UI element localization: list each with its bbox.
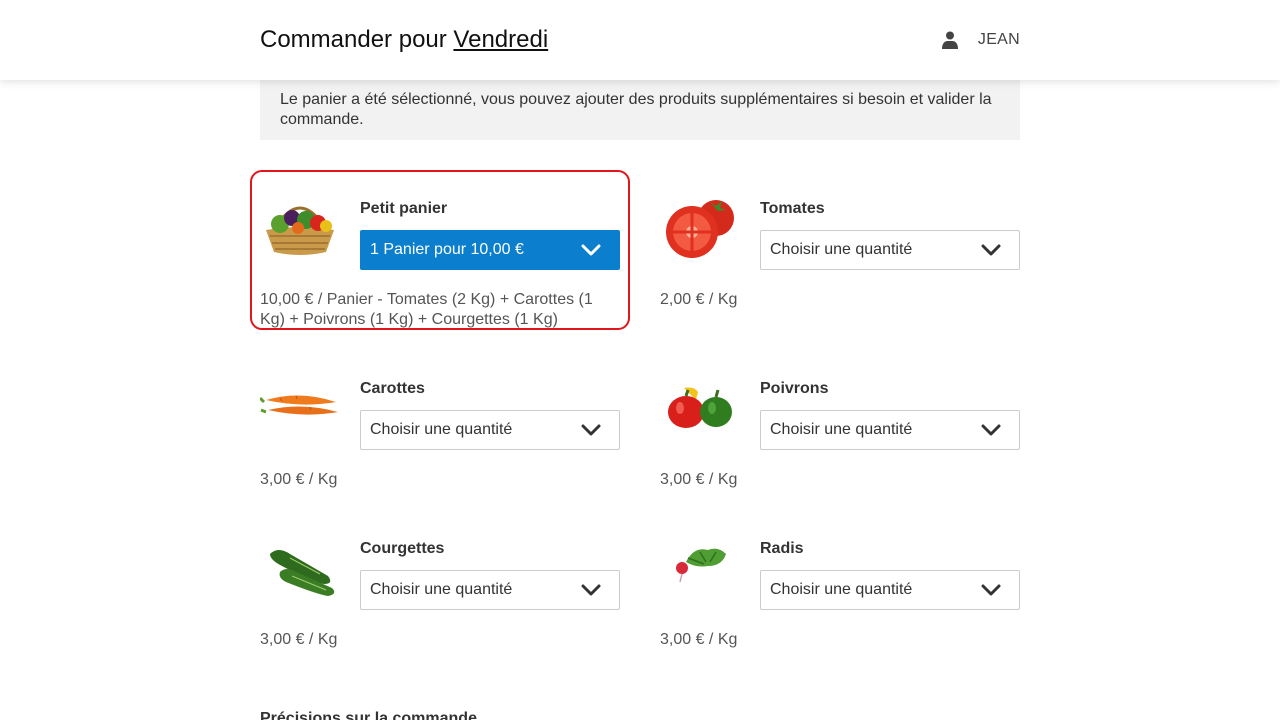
info-message: Le panier a été sélectionné, vous pouvez… <box>260 80 1020 140</box>
quantity-select[interactable]: Choisir une quantité <box>360 570 620 610</box>
chevron-down-icon <box>981 424 1001 436</box>
product-price: 3,00 € / Kg <box>260 471 338 488</box>
user-menu[interactable]: JEAN <box>941 30 1020 50</box>
select-value: Choisir une quantité <box>770 581 913 598</box>
user-icon <box>941 31 958 49</box>
order-details-title: Précisions sur la commande <box>260 710 477 720</box>
product-card-courgettes: Courgettes Choisir une quantité 3,00 € /… <box>260 520 620 660</box>
product-name: Tomates <box>760 200 825 217</box>
product-price: 3,00 € / Kg <box>260 631 338 648</box>
product-name: Courgettes <box>360 540 445 557</box>
product-price: 10,00 € / Panier - Tomates (2 Kg) + Caro… <box>260 291 593 328</box>
page-header: Commander pour Vendredi JEAN <box>0 0 1280 80</box>
quantity-select[interactable]: Choisir une quantité <box>760 410 1020 450</box>
quantity-select[interactable]: Choisir une quantité <box>360 410 620 450</box>
quantity-select[interactable]: Choisir une quantité <box>760 570 1020 610</box>
title-prefix: Commander pour <box>260 26 447 53</box>
product-name: Poivrons <box>760 380 829 397</box>
page-title: Commander pour Vendredi <box>260 26 548 54</box>
user-name: JEAN <box>977 31 1020 48</box>
select-value: Choisir une quantité <box>770 241 913 258</box>
product-card-poivrons: Poivrons Choisir une quantité 3,00 € / K… <box>660 360 1020 500</box>
chevron-down-icon <box>581 584 601 596</box>
select-value: Choisir une quantité <box>370 421 513 438</box>
chevron-down-icon <box>981 244 1001 256</box>
product-card-radis: Radis Choisir une quantité 3,00 € / Kg <box>660 520 1020 660</box>
peppers-image <box>668 387 732 428</box>
product-price: 3,00 € / Kg <box>660 471 738 488</box>
quantity-select[interactable]: Choisir une quantité <box>760 230 1020 270</box>
product-name: Petit panier <box>360 200 448 217</box>
chevron-down-icon <box>981 584 1001 596</box>
select-value: Choisir une quantité <box>770 421 913 438</box>
chevron-down-icon <box>581 244 601 256</box>
product-card-petit-panier: Petit panier 1 Panier pour 10,00 € 10,00… <box>250 170 630 330</box>
product-price: 2,00 € / Kg <box>660 291 738 308</box>
product-name: Radis <box>760 540 804 557</box>
carrots-image <box>260 395 338 415</box>
header-inner: Commander pour Vendredi JEAN <box>260 0 1020 80</box>
zucchini-image <box>270 550 335 596</box>
tomatoes-image <box>666 200 734 258</box>
product-card-carottes: Carottes Choisir une quantité 3,00 € / K… <box>260 360 620 500</box>
select-value: Choisir une quantité <box>370 581 513 598</box>
radish-image <box>676 548 726 583</box>
chevron-down-icon <box>581 424 601 436</box>
quantity-select[interactable]: 1 Panier pour 10,00 € <box>360 230 620 270</box>
basket-image <box>266 206 334 255</box>
product-name: Carottes <box>360 380 425 397</box>
product-card-tomates: Tomates Choisir une quantité 2,00 € / Kg <box>660 180 1020 320</box>
product-price: 3,00 € / Kg <box>660 631 738 648</box>
day-link[interactable]: Vendredi <box>453 26 548 53</box>
select-value: 1 Panier pour 10,00 € <box>370 241 524 258</box>
